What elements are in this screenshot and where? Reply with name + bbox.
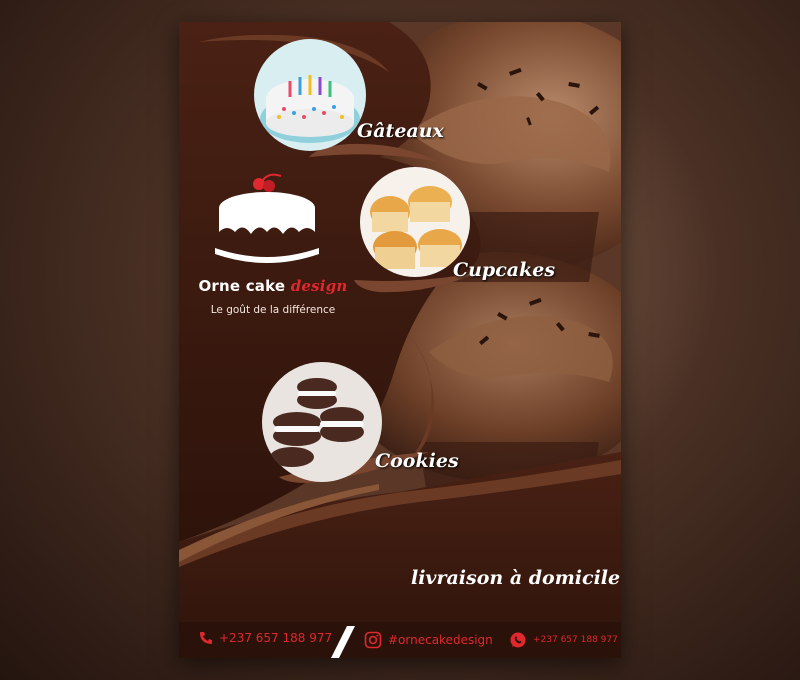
label-cupcakes: Cupcakes — [453, 259, 556, 281]
label-gateaux: Gâteaux — [357, 120, 444, 142]
footer-phone[interactable]: +237 657 188 977 — [199, 631, 332, 645]
label-cookies: Cookies — [375, 450, 459, 472]
instagram-icon — [364, 631, 382, 649]
brand-name-part2: design — [290, 277, 348, 295]
cookies-photo — [262, 362, 382, 482]
birthday-cake-photo-icon — [254, 39, 366, 151]
phone-icon — [199, 631, 213, 645]
cake-logo-icon — [215, 173, 319, 263]
footer-divider — [331, 626, 355, 658]
footer-instagram-handle: #ornecakedesign — [388, 633, 493, 647]
flyer-background — [179, 22, 621, 658]
brand-name-part1: Orne cake — [198, 277, 286, 295]
cookies-photo-icon — [262, 362, 382, 482]
brand-name: Orne cake design — [193, 277, 353, 295]
brand-tagline: Le goût de la différence — [210, 304, 336, 316]
flyer: Gâteaux Orne cake design Le goût de la d… — [179, 22, 621, 658]
delivery-text: livraison à domicile — [411, 567, 621, 589]
footer-whatsapp-number: +237 657 188 977 — [533, 635, 618, 645]
footer-whatsapp[interactable]: +237 657 188 977 — [509, 631, 618, 649]
footer-phone-number: +237 657 188 977 — [219, 631, 333, 645]
whatsapp-icon — [509, 631, 527, 649]
footer-instagram[interactable]: #ornecakedesign — [364, 631, 493, 649]
cake-photo — [254, 39, 366, 151]
